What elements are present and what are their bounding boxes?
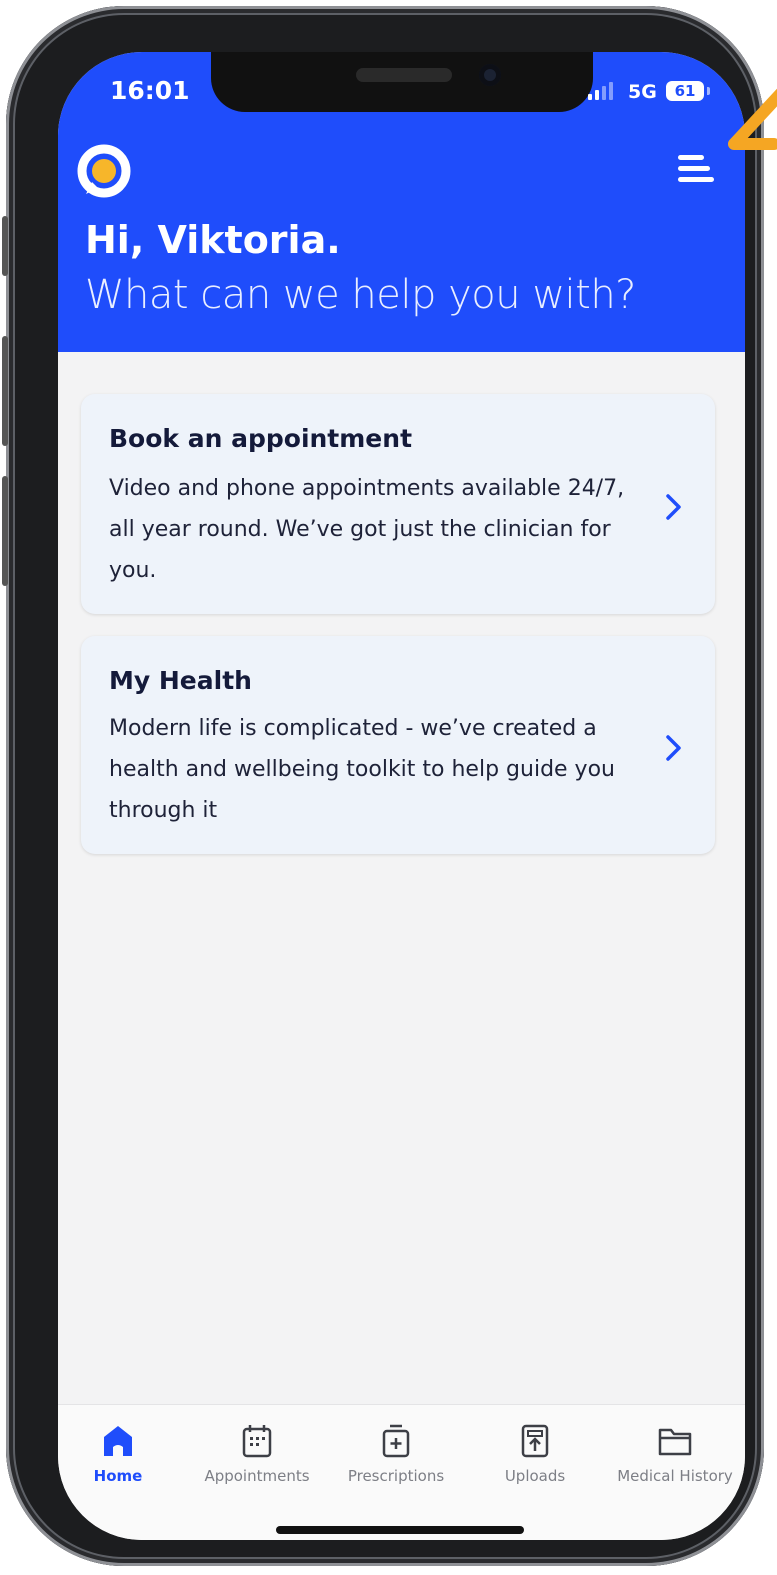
card-title: Book an appointment xyxy=(109,424,413,453)
my-health-card[interactable]: My Health Modern life is complicated - w… xyxy=(81,636,715,854)
signal-strength-icon xyxy=(588,82,613,100)
brand-logo-icon[interactable] xyxy=(76,144,132,200)
battery-tip xyxy=(707,87,710,95)
home-icon xyxy=(104,1426,132,1456)
bottom-tab-bar: Home Appointments Prescriptions Uploads … xyxy=(58,1404,745,1540)
card-title: My Health xyxy=(109,666,252,695)
greeting-subtitle: What can we help you with? xyxy=(85,272,636,318)
card-description: Modern life is complicated - we’ve creat… xyxy=(109,716,615,823)
home-indicator xyxy=(276,1526,524,1534)
tab-label: Uploads xyxy=(504,1467,566,1485)
greeting-title: Hi, Viktoria. xyxy=(85,218,341,262)
tab-uploads[interactable]: Uploads xyxy=(465,1423,605,1485)
medicine-bottle-icon xyxy=(382,1424,410,1458)
notch xyxy=(211,52,593,112)
chevron-right-icon xyxy=(666,735,681,761)
tab-prescriptions[interactable]: Prescriptions xyxy=(326,1423,466,1485)
phone-frame: 16:01 5G 61 Hi, Viktoria. What can we he… xyxy=(2,6,764,1566)
tab-label: Home xyxy=(93,1467,143,1485)
chevron-right-icon xyxy=(666,494,681,520)
card-description: Video and phone appointments available 2… xyxy=(109,476,625,583)
tab-home[interactable]: Home xyxy=(58,1423,188,1485)
calendar-icon xyxy=(242,1425,272,1458)
upload-icon xyxy=(521,1424,549,1458)
annotation-arrow-icon xyxy=(728,88,777,150)
tab-appointments[interactable]: Appointments xyxy=(187,1423,327,1485)
folder-icon xyxy=(658,1428,692,1456)
front-camera xyxy=(479,64,501,86)
volume-down-button xyxy=(2,476,8,586)
tab-label: Appointments xyxy=(204,1467,310,1485)
speaker-grille xyxy=(356,68,452,82)
mute-switch xyxy=(2,216,8,276)
network-type: 5G xyxy=(628,81,657,103)
app-header: 16:01 5G 61 Hi, Viktoria. What can we he… xyxy=(58,52,745,352)
app-screen: 16:01 5G 61 Hi, Viktoria. What can we he… xyxy=(58,52,745,1540)
hamburger-menu-icon[interactable] xyxy=(678,152,718,186)
status-time: 16:01 xyxy=(110,76,190,105)
tab-label: Medical History xyxy=(617,1467,733,1485)
tab-medical-history[interactable]: Medical History xyxy=(605,1423,745,1485)
volume-up-button xyxy=(2,336,8,446)
tab-label: Prescriptions xyxy=(347,1467,445,1485)
battery-icon: 61 xyxy=(666,81,704,101)
book-appointment-card[interactable]: Book an appointment Video and phone appo… xyxy=(81,394,715,614)
